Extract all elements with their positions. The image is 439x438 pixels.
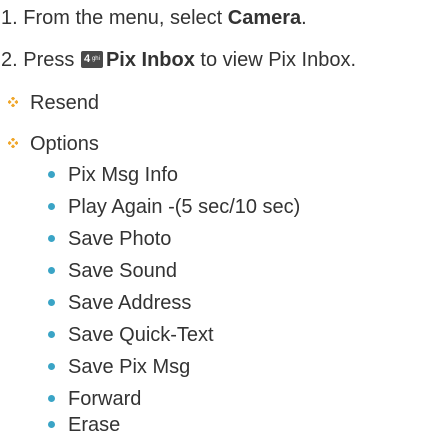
document-page: 1. From the menu, select Camera. 2. Pres…	[0, 0, 439, 438]
bullet-icon	[48, 203, 55, 210]
step-1-text-after: .	[301, 7, 307, 29]
step-1-text: From the menu, select	[23, 7, 228, 29]
list-item-play-again: Play Again -(5 sec/10 sec)	[48, 195, 300, 219]
orange-diamond-icon	[8, 97, 18, 107]
step-1-number: 1.	[1, 7, 18, 29]
step-2-text: Press	[23, 49, 80, 71]
bullet-icon	[48, 267, 55, 274]
camera-key-icon: 4 ghi	[80, 51, 103, 68]
list-item-save-address: Save Address	[48, 291, 191, 315]
bullet-icon	[48, 421, 55, 428]
section-resend: Resend	[8, 91, 99, 115]
section-options: Options	[8, 132, 99, 156]
list-item-save-quick-text: Save Quick-Text	[48, 323, 214, 347]
step-2-text-after: to view Pix Inbox.	[194, 49, 357, 71]
bullet-icon	[48, 171, 55, 178]
bullet-icon	[48, 299, 55, 306]
step-1-bold: Camera	[227, 7, 302, 29]
step-1: 1. From the menu, select Camera.	[1, 6, 307, 30]
step-2-bold: Pix Inbox	[105, 49, 195, 71]
step-2: 2. Press 4 ghi Pix Inbox to view Pix Inbox…	[1, 48, 356, 72]
list-item-save-pix-msg: Save Pix Msg	[48, 355, 190, 379]
bullet-icon	[48, 235, 55, 242]
list-item-erase: Erase	[48, 413, 120, 437]
section-label: Resend	[30, 92, 99, 114]
list-item-save-sound: Save Sound	[48, 259, 177, 283]
bullet-icon	[48, 331, 55, 338]
list-item-pix-msg-info: Pix Msg Info	[48, 163, 178, 187]
orange-diamond-icon	[8, 138, 18, 148]
section-label: Options	[30, 133, 99, 155]
list-item-forward: Forward	[48, 387, 141, 411]
bullet-icon	[48, 395, 55, 402]
list-item-save-photo: Save Photo	[48, 227, 171, 251]
bullet-icon	[48, 363, 55, 370]
step-2-number: 2.	[1, 49, 18, 71]
